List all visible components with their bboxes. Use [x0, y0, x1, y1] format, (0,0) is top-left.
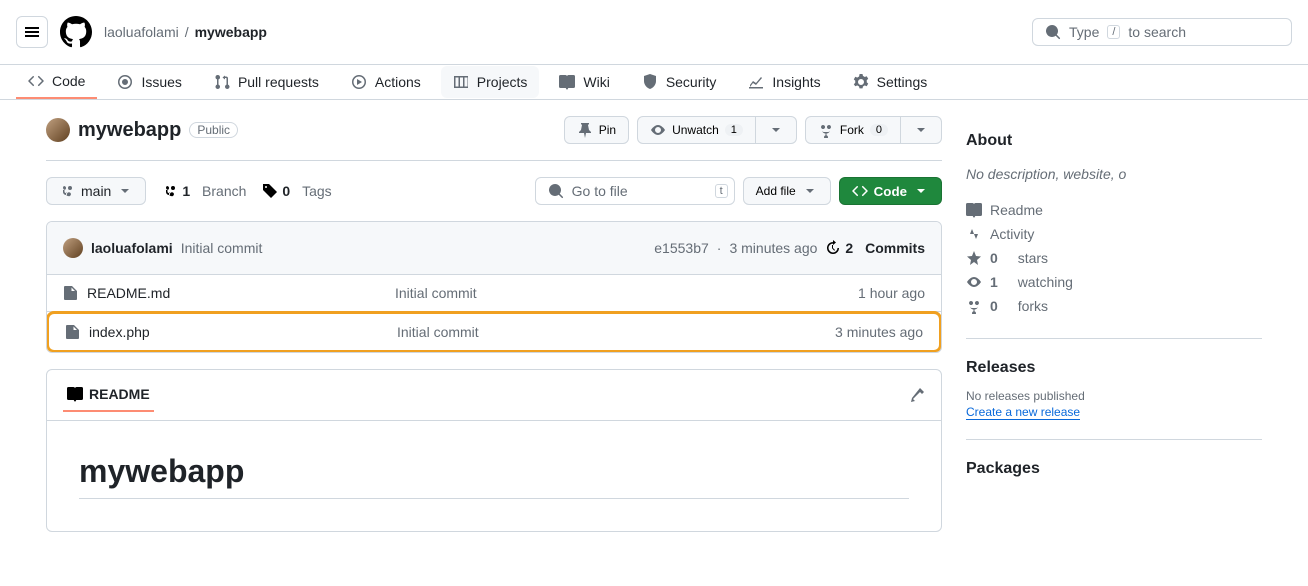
book-icon [67, 386, 83, 402]
chevron-down-icon [913, 183, 929, 199]
code-icon [852, 183, 868, 199]
fork-button[interactable]: Fork0 [805, 116, 901, 144]
history-icon [825, 240, 841, 256]
highlighted-file: index.php Initial commit 3 minutes ago [46, 311, 942, 353]
book-icon [966, 202, 982, 218]
star-icon [966, 250, 982, 266]
projects-icon [453, 74, 469, 90]
pin-button[interactable]: Pin [564, 116, 629, 144]
file-row[interactable]: README.md Initial commit 1 hour ago [47, 275, 941, 312]
commit-sha[interactable]: e1553b7 [654, 240, 709, 256]
goto-file-input[interactable]: Go to file t [535, 177, 735, 205]
eye-icon [966, 274, 982, 290]
tab-actions[interactable]: Actions [339, 66, 433, 98]
search-icon [1045, 24, 1061, 40]
github-logo[interactable] [60, 16, 92, 48]
fork-icon [818, 122, 834, 138]
fork-dropdown[interactable] [901, 116, 942, 144]
wiki-icon [559, 74, 575, 90]
tab-security[interactable]: Security [630, 66, 729, 98]
fork-icon [966, 298, 982, 314]
app-header: laoluafolami / mywebapp Type / to search [0, 0, 1308, 65]
no-releases: No releases published [966, 389, 1262, 403]
tags-link[interactable]: 0 Tags [262, 183, 331, 199]
unwatch-dropdown[interactable] [756, 116, 797, 144]
chevron-down-icon [913, 122, 929, 138]
chevron-down-icon [768, 122, 784, 138]
actions-icon [351, 74, 367, 90]
graph-icon [748, 74, 764, 90]
shield-icon [642, 74, 658, 90]
watch-group: Unwatch1 [637, 116, 797, 144]
gear-icon [853, 74, 869, 90]
issues-icon [117, 74, 133, 90]
repo-link[interactable]: mywebapp [195, 24, 267, 40]
tab-insights[interactable]: Insights [736, 66, 832, 98]
readme-box: README mywebapp [46, 369, 942, 532]
tab-wiki[interactable]: Wiki [547, 66, 621, 98]
about-desc: No description, website, o [966, 166, 1262, 182]
tab-projects[interactable]: Projects [441, 66, 540, 98]
file-icon [65, 324, 81, 340]
branch-icon [59, 183, 75, 199]
eye-icon [650, 122, 666, 138]
avatar[interactable] [63, 238, 83, 258]
avatar[interactable] [46, 118, 70, 142]
pulse-icon [966, 226, 982, 242]
menu-button[interactable] [16, 16, 48, 48]
readme-title: mywebapp [79, 453, 909, 499]
create-release-link[interactable]: Create a new release [966, 405, 1080, 420]
chevron-down-icon [802, 183, 818, 199]
code-button[interactable]: Code [839, 177, 942, 205]
fork-group: Fork0 [805, 116, 942, 144]
commit-time: 3 minutes ago [729, 240, 817, 256]
repo-nav: Code Issues Pull requests Actions Projec… [0, 65, 1308, 100]
unwatch-button[interactable]: Unwatch1 [637, 116, 756, 144]
packages-heading: Packages [966, 460, 1262, 478]
add-file-button[interactable]: Add file [743, 177, 831, 205]
tab-code[interactable]: Code [16, 65, 97, 99]
file-icon [63, 285, 79, 301]
branch-icon [162, 183, 178, 199]
repo-title-row: mywebapp Public Pin Unwatch1 Fork0 [46, 116, 942, 161]
visibility-badge: Public [189, 122, 238, 138]
commit-message[interactable]: Initial commit [181, 240, 263, 256]
forks-link[interactable]: 0 forks [966, 294, 1262, 318]
search-input[interactable]: Type / to search [1032, 18, 1292, 46]
repo-toolbar: main 1 Branch 0 Tags Go to file t Add fi… [46, 177, 942, 205]
stars-link[interactable]: 0 stars [966, 246, 1262, 270]
branch-select[interactable]: main [46, 177, 146, 205]
file-listing: laoluafolami Initial commit e1553b7 · 3 … [46, 221, 942, 353]
tab-pulls[interactable]: Pull requests [202, 66, 331, 98]
releases-heading: Releases [966, 359, 1262, 377]
code-icon [28, 73, 44, 89]
branches-link[interactable]: 1 Branch [162, 183, 246, 199]
tab-settings[interactable]: Settings [841, 66, 940, 98]
owner-link[interactable]: laoluafolami [104, 24, 179, 40]
readme-tab[interactable]: README [63, 378, 154, 412]
pin-icon [577, 122, 593, 138]
search-icon [548, 183, 564, 199]
activity-link[interactable]: Activity [966, 222, 1262, 246]
tag-icon [262, 183, 278, 199]
sidebar: About No description, website, o Readme … [966, 116, 1262, 532]
tab-issues[interactable]: Issues [105, 66, 193, 98]
hamburger-icon [24, 24, 40, 40]
watching-link[interactable]: 1 watching [966, 270, 1262, 294]
pulls-icon [214, 74, 230, 90]
page-title: mywebapp [78, 119, 181, 142]
latest-commit-bar: laoluafolami Initial commit e1553b7 · 3 … [47, 222, 941, 275]
pencil-icon [909, 387, 925, 403]
file-row[interactable]: index.php Initial commit 3 minutes ago [49, 314, 939, 350]
breadcrumb: laoluafolami / mywebapp [104, 24, 267, 40]
chevron-down-icon [117, 183, 133, 199]
commits-link[interactable]: 2 Commits [825, 240, 925, 256]
edit-readme-button[interactable] [909, 387, 925, 403]
about-heading: About [966, 132, 1262, 150]
readme-link[interactable]: Readme [966, 198, 1262, 222]
author-link[interactable]: laoluafolami [91, 240, 173, 256]
github-icon [60, 16, 92, 48]
slash-kbd: / [1107, 25, 1120, 39]
